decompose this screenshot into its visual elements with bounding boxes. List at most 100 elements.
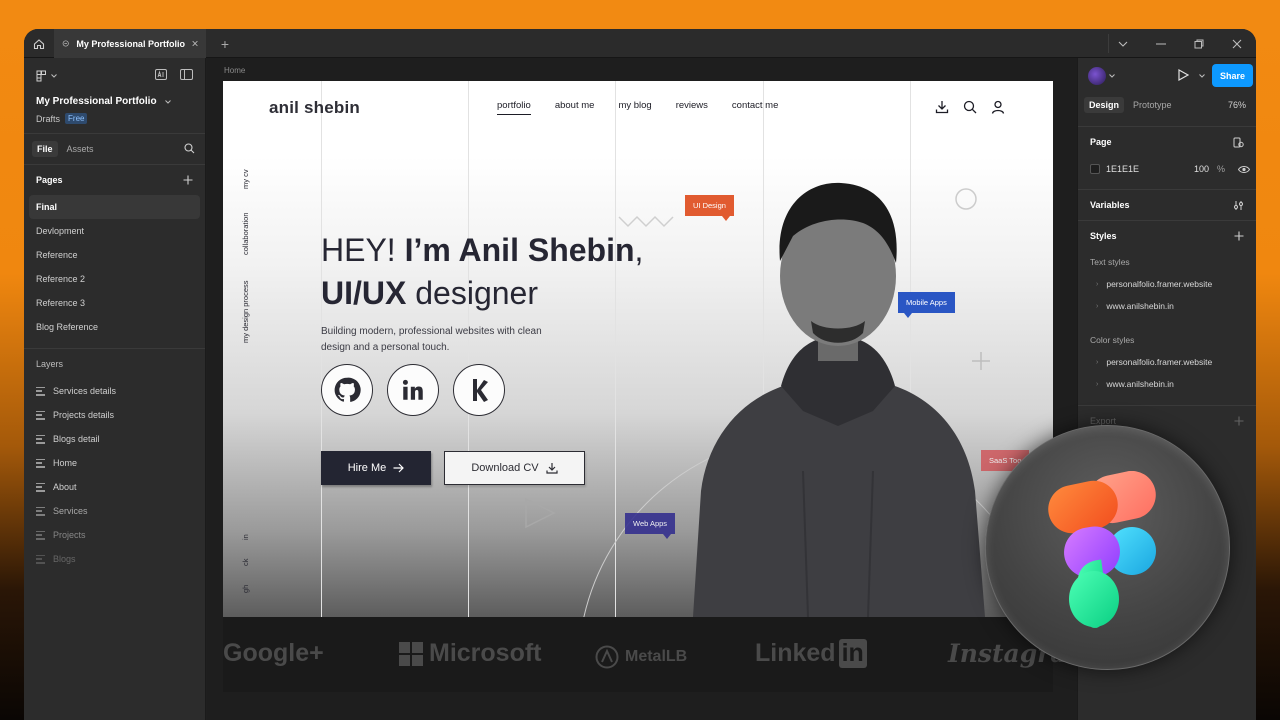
home-button[interactable] [24,29,53,58]
page-section-header: Page [1078,127,1256,157]
add-style-icon[interactable] [1234,231,1244,241]
side-link-collaboration[interactable]: collaboration [241,212,250,255]
tab-prototype[interactable]: Prototype [1128,97,1177,113]
tab-design[interactable]: Design [1084,97,1125,113]
search-icon[interactable] [184,143,195,154]
page-item-final[interactable]: Final [29,195,200,219]
design-canvas[interactable]: Home anil shebin portfolio about me my b… [207,58,1077,720]
search-icon[interactable] [963,100,977,114]
page-item-devlopment[interactable]: Devlopment [29,219,200,243]
layer-item[interactable]: Services details [24,379,205,403]
pages-list: Final Devlopment Reference Reference 2 R… [24,195,205,339]
tag-mobile-apps: Mobile Apps [898,292,955,318]
fill-opacity[interactable]: 100 [1194,164,1209,174]
color-style-label: www.anilshebin.in [1106,379,1174,389]
tag-web-apps: Web Apps [625,513,676,539]
site-logo[interactable]: anil shebin [269,98,360,118]
add-page-icon[interactable] [183,175,193,185]
left-sidebar: My Professional Portfolio Drafts Free Fi… [24,58,206,720]
page-item-reference[interactable]: Reference [29,243,200,267]
text-style-item[interactable]: › personalfolio.framer.website [1078,273,1256,295]
page-item-reference-2[interactable]: Reference 2 [29,267,200,291]
github-button[interactable] [321,364,373,416]
fill-hex[interactable]: 1E1E1E [1106,164,1139,174]
hero-tagline: Building modern, professional websites w… [321,326,542,353]
metallb-logo: MetalLB [595,645,687,669]
caret-right-icon: › [1096,380,1099,388]
download-icon[interactable] [935,100,949,114]
close-window-button[interactable] [1218,29,1256,58]
frame-label[interactable]: Home [224,66,245,75]
headline-name: I’m Anil Shebin [404,232,635,268]
headline-role-bold: UI/UX [321,275,407,312]
tab-file[interactable]: File [32,141,58,157]
color-style-item[interactable]: › www.anilshebin.in [1078,373,1256,395]
layer-item[interactable]: Home [24,451,205,475]
layer-item[interactable]: Services [24,499,205,523]
figma-logo-icon [1048,471,1156,628]
file-tab[interactable]: My Professional Portfolio [54,29,206,58]
new-tab-button[interactable]: + [217,29,233,58]
page-item-reference-3[interactable]: Reference 3 [29,291,200,315]
main-menu-button[interactable] [36,70,57,82]
color-style-item[interactable]: › personalfolio.framer.website [1078,351,1256,373]
frame-layer-icon [36,386,45,396]
nav-my-blog[interactable]: my blog [618,100,651,115]
side-social-linkedin[interactable]: in [241,534,250,540]
nav-reviews[interactable]: reviews [676,100,708,115]
share-button[interactable]: Share [1212,64,1253,87]
side-link-my-cv[interactable]: my cv [241,169,250,189]
nav-about-me[interactable]: about me [555,100,595,115]
sidebar-toggle-icon[interactable] [180,69,193,80]
project-name[interactable]: My Professional Portfolio [36,96,193,107]
variables-settings-icon[interactable] [1233,200,1244,211]
chevron-down-icon[interactable] [1199,74,1205,78]
home-frame[interactable]: anil shebin portfolio about me my blog r… [223,81,1053,617]
side-link-design-process[interactable]: my design process [241,280,250,343]
close-tab-icon[interactable] [192,39,198,48]
user-icon[interactable] [991,100,1005,114]
page-fill-row[interactable]: 1E1E1E 100 % [1078,157,1256,181]
download-cv-button[interactable]: Download CV [444,451,585,485]
frame-layer-icon [36,482,45,492]
play-icon[interactable] [1178,69,1189,81]
text-style-item[interactable]: › www.anilshebin.in [1078,295,1256,317]
zoom-level[interactable]: 76% [1228,100,1246,110]
color-swatch[interactable] [1090,164,1100,174]
drafts-label[interactable]: Drafts [36,114,60,124]
hire-me-button[interactable]: Hire Me [321,451,431,485]
nav-contact-me[interactable]: contact me [732,100,778,115]
layer-item[interactable]: Projects [24,523,205,547]
page-item-blog-reference[interactable]: Blog Reference [29,315,200,339]
tab-list-button[interactable] [1104,29,1142,58]
layer-label: Services details [53,386,117,396]
ai-text-icon[interactable] [155,69,167,80]
nav-portfolio[interactable]: portfolio [497,100,531,115]
project-info: My Professional Portfolio Drafts Free [24,94,205,124]
layer-item[interactable]: About [24,475,205,499]
close-icon [1232,39,1242,48]
window-controls [1104,29,1256,58]
layers-header: Layers [24,349,205,379]
avatar[interactable] [1088,67,1106,85]
restore-button[interactable] [1180,29,1218,58]
layer-item[interactable]: Projects details [24,403,205,427]
linkedin-button[interactable] [387,364,439,416]
side-social-github[interactable]: gh [241,585,250,593]
home-icon [33,38,44,49]
styles-header: Styles [1078,221,1256,251]
minimize-button[interactable] [1142,29,1180,58]
styles-icon[interactable] [1233,137,1244,148]
add-export-icon[interactable] [1234,416,1244,426]
file-tab-title: My Professional Portfolio [76,38,185,49]
chevron-down-icon[interactable] [1109,74,1115,78]
frame-layer-icon [36,410,45,420]
tab-assets[interactable]: Assets [62,141,99,157]
eye-icon[interactable] [1238,165,1250,174]
kofi-button[interactable] [453,364,505,416]
linkedin-in-label: in [838,639,867,668]
side-social-ck[interactable]: ck [241,559,250,567]
metallb-label: MetalLB [625,648,688,665]
layer-item[interactable]: Blogs detail [24,427,205,451]
layer-item[interactable]: Blogs [24,547,205,571]
